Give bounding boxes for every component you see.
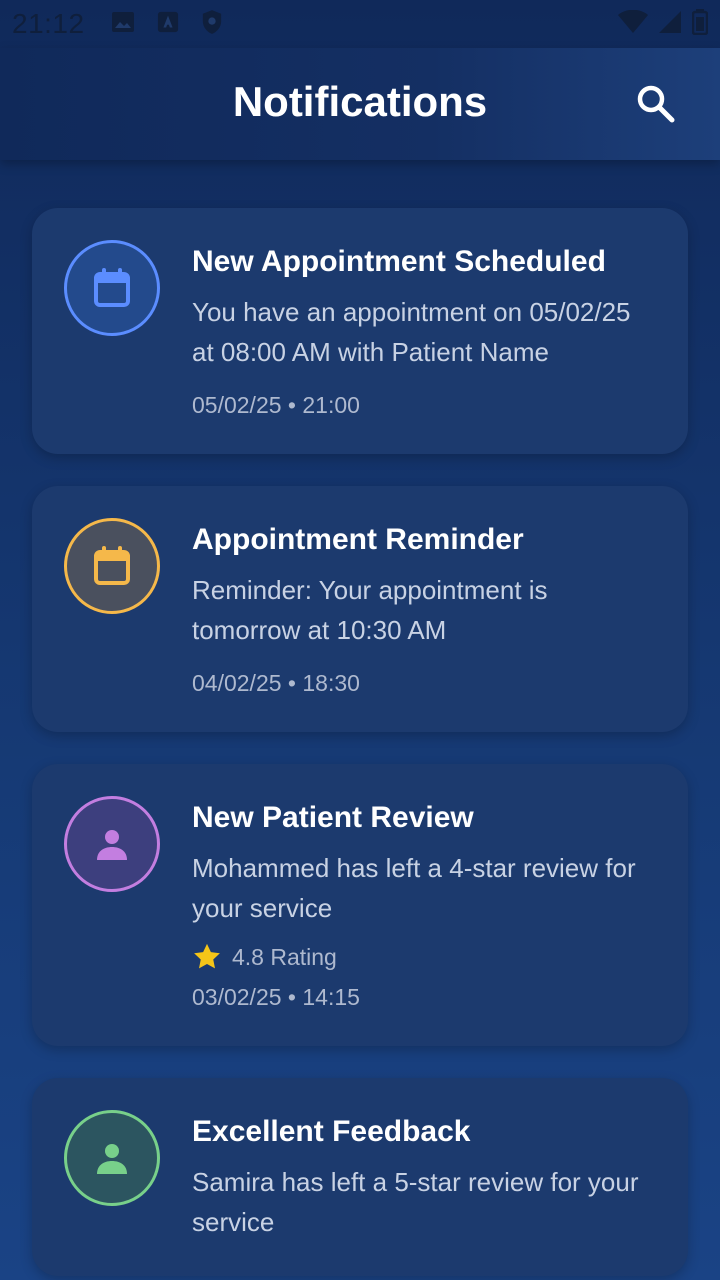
- notification-card[interactable]: Excellent Feedback Samira has left a 5-s…: [32, 1078, 688, 1276]
- notification-avatar: [64, 518, 160, 614]
- shield-icon: [201, 9, 223, 40]
- notification-title: Appointment Reminder: [192, 523, 524, 556]
- notification-card[interactable]: New Appointment Scheduled You have an ap…: [32, 208, 688, 454]
- person-icon: [97, 1144, 127, 1174]
- notification-date: 03/02/25 • 14:15: [192, 984, 360, 1010]
- search-icon: [637, 85, 675, 123]
- notification-card[interactable]: Appointment Reminder Reminder: Your appo…: [32, 486, 688, 732]
- notification-body: Samira has left a 5-star review for your…: [192, 1167, 639, 1237]
- notification-list: New Appointment Scheduled You have an ap…: [32, 208, 688, 1280]
- notification-body: Reminder: Your appointment is tomorrow a…: [192, 575, 548, 645]
- notification-date: 04/02/25 • 18:30: [192, 670, 360, 696]
- notification-title: New Patient Review: [192, 801, 474, 834]
- notification-title: New Appointment Scheduled: [192, 245, 606, 278]
- status-bar: 21:12: [0, 0, 720, 48]
- notification-card[interactable]: New Patient Review Mohammed has left a 4…: [32, 764, 688, 1046]
- signal-icon: [658, 10, 682, 39]
- image-icon: [111, 10, 135, 39]
- app-header: Notifications: [0, 48, 720, 160]
- rating-text: 4.8 Rating: [232, 943, 337, 970]
- page-title: Notifications: [232, 78, 488, 125]
- battery-icon: [691, 8, 709, 40]
- notification-date: 05/02/25 • 21:00: [192, 392, 360, 418]
- font-download-icon: [157, 11, 179, 38]
- notification-avatar: [64, 796, 160, 892]
- notification-avatar: [64, 240, 160, 336]
- wifi-icon: [618, 9, 648, 39]
- rating-row: 4.8 Rating: [192, 942, 648, 972]
- search-button[interactable]: [634, 82, 678, 126]
- calendar-icon: [94, 268, 130, 307]
- star-icon: [194, 943, 220, 969]
- notification-avatar: [64, 1110, 160, 1206]
- notification-title: Excellent Feedback: [192, 1115, 471, 1148]
- status-left-icons: [111, 9, 223, 40]
- calendar-icon: [94, 546, 130, 585]
- person-icon: [97, 830, 127, 860]
- notification-body: You have an appointment on 05/02/25 at 0…: [192, 297, 631, 367]
- notification-body: Mohammed has left a 4-star review for yo…: [192, 853, 636, 923]
- status-right-icons: [618, 8, 709, 40]
- status-time: 21:12: [12, 8, 85, 39]
